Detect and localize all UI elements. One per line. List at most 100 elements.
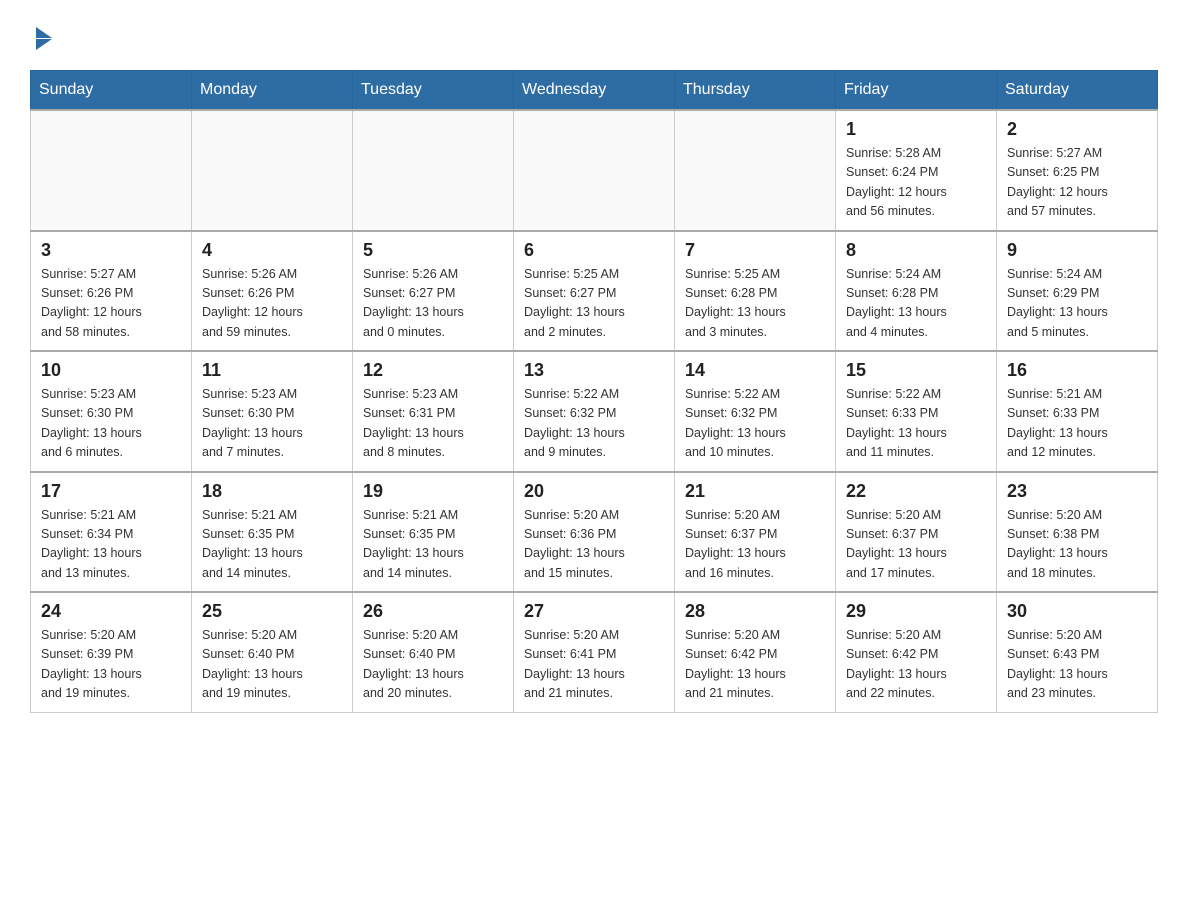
day-info: Sunrise: 5:24 AM Sunset: 6:29 PM Dayligh… — [1007, 265, 1147, 343]
day-number: 10 — [41, 360, 181, 381]
day-info: Sunrise: 5:26 AM Sunset: 6:26 PM Dayligh… — [202, 265, 342, 343]
day-number: 22 — [846, 481, 986, 502]
weekday-header-row: SundayMondayTuesdayWednesdayThursdayFrid… — [31, 71, 1158, 111]
day-info: Sunrise: 5:20 AM Sunset: 6:43 PM Dayligh… — [1007, 626, 1147, 704]
day-info: Sunrise: 5:20 AM Sunset: 6:42 PM Dayligh… — [846, 626, 986, 704]
calendar-cell: 23Sunrise: 5:20 AM Sunset: 6:38 PM Dayli… — [997, 472, 1158, 593]
day-number: 27 — [524, 601, 664, 622]
weekday-header-wednesday: Wednesday — [514, 71, 675, 111]
calendar-cell — [353, 110, 514, 231]
calendar-cell: 1 Sunrise: 5:28 AM Sunset: 6:24 PM Daylig… — [836, 110, 997, 231]
day-number: 28 — [685, 601, 825, 622]
day-info: Sunrise: 5:21 AM Sunset: 6:34 PM Dayligh… — [41, 506, 181, 584]
calendar-cell: 11Sunrise: 5:23 AM Sunset: 6:30 PM Dayli… — [192, 351, 353, 472]
calendar-cell: 28 Sunrise: 5:20 AM Sunset: 6:42 PM Dayli… — [675, 592, 836, 712]
day-number: 3 — [41, 240, 181, 261]
day-info: Sunrise: 5:20 AM Sunset: 6:37 PM Dayligh… — [846, 506, 986, 584]
day-info: Sunrise: 5:28 AM Sunset: 6:24 PM Dayligh… — [846, 144, 986, 222]
day-info: Sunrise: 5:20 AM Sunset: 6:37 PM Dayligh… — [685, 506, 825, 584]
calendar-cell: 21 Sunrise: 5:20 AM Sunset: 6:37 PM Dayli… — [675, 472, 836, 593]
day-number: 20 — [524, 481, 664, 502]
day-number: 14 — [685, 360, 825, 381]
day-info: Sunrise: 5:20 AM Sunset: 6:39 PM Dayligh… — [41, 626, 181, 704]
calendar-cell: 7 Sunrise: 5:25 AM Sunset: 6:28 PM Daylig… — [675, 231, 836, 352]
calendar-cell — [675, 110, 836, 231]
calendar-cell: 2Sunrise: 5:27 AM Sunset: 6:25 PM Daylig… — [997, 110, 1158, 231]
calendar-cell: 8 Sunrise: 5:24 AM Sunset: 6:28 PM Daylig… — [836, 231, 997, 352]
day-number: 18 — [202, 481, 342, 502]
day-number: 8 — [846, 240, 986, 261]
weekday-header-sunday: Sunday — [31, 71, 192, 111]
day-number: 16 — [1007, 360, 1147, 381]
day-number: 30 — [1007, 601, 1147, 622]
day-info: Sunrise: 5:21 AM Sunset: 6:35 PM Dayligh… — [202, 506, 342, 584]
weekday-header-monday: Monday — [192, 71, 353, 111]
calendar-cell: 15 Sunrise: 5:22 AM Sunset: 6:33 PM Dayli… — [836, 351, 997, 472]
day-info: Sunrise: 5:21 AM Sunset: 6:35 PM Dayligh… — [363, 506, 503, 584]
day-info: Sunrise: 5:20 AM Sunset: 6:38 PM Dayligh… — [1007, 506, 1147, 584]
calendar-cell: 3 Sunrise: 5:27 AM Sunset: 6:26 PM Daylig… — [31, 231, 192, 352]
calendar-cell: 27 Sunrise: 5:20 AM Sunset: 6:41 PM Dayli… — [514, 592, 675, 712]
day-number: 1 — [846, 119, 986, 140]
day-info: Sunrise: 5:20 AM Sunset: 6:36 PM Dayligh… — [524, 506, 664, 584]
day-number: 4 — [202, 240, 342, 261]
day-info: Sunrise: 5:22 AM Sunset: 6:32 PM Dayligh… — [685, 385, 825, 463]
day-info: Sunrise: 5:27 AM Sunset: 6:25 PM Dayligh… — [1007, 144, 1147, 222]
day-number: 21 — [685, 481, 825, 502]
day-number: 24 — [41, 601, 181, 622]
day-info: Sunrise: 5:24 AM Sunset: 6:28 PM Dayligh… — [846, 265, 986, 343]
day-number: 26 — [363, 601, 503, 622]
week-row-5: 24 Sunrise: 5:20 AM Sunset: 6:39 PM Dayli… — [31, 592, 1158, 712]
calendar-cell: 13Sunrise: 5:22 AM Sunset: 6:32 PM Dayli… — [514, 351, 675, 472]
calendar-cell: 5 Sunrise: 5:26 AM Sunset: 6:27 PM Daylig… — [353, 231, 514, 352]
calendar-cell: 24 Sunrise: 5:20 AM Sunset: 6:39 PM Dayli… — [31, 592, 192, 712]
calendar-cell — [514, 110, 675, 231]
day-info: Sunrise: 5:23 AM Sunset: 6:30 PM Dayligh… — [41, 385, 181, 463]
day-info: Sunrise: 5:20 AM Sunset: 6:42 PM Dayligh… — [685, 626, 825, 704]
calendar-cell: 25Sunrise: 5:20 AM Sunset: 6:40 PM Dayli… — [192, 592, 353, 712]
calendar-cell: 14 Sunrise: 5:22 AM Sunset: 6:32 PM Dayli… — [675, 351, 836, 472]
page-header — [30, 20, 1158, 50]
day-info: Sunrise: 5:20 AM Sunset: 6:41 PM Dayligh… — [524, 626, 664, 704]
day-info: Sunrise: 5:26 AM Sunset: 6:27 PM Dayligh… — [363, 265, 503, 343]
calendar-cell: 30 Sunrise: 5:20 AM Sunset: 6:43 PM Dayli… — [997, 592, 1158, 712]
day-number: 12 — [363, 360, 503, 381]
day-info: Sunrise: 5:22 AM Sunset: 6:33 PM Dayligh… — [846, 385, 986, 463]
calendar-cell: 16 Sunrise: 5:21 AM Sunset: 6:33 PM Dayli… — [997, 351, 1158, 472]
day-number: 7 — [685, 240, 825, 261]
weekday-header-tuesday: Tuesday — [353, 71, 514, 111]
day-info: Sunrise: 5:22 AM Sunset: 6:32 PM Dayligh… — [524, 385, 664, 463]
week-row-1: 1 Sunrise: 5:28 AM Sunset: 6:24 PM Daylig… — [31, 110, 1158, 231]
day-number: 29 — [846, 601, 986, 622]
day-number: 9 — [1007, 240, 1147, 261]
day-info: Sunrise: 5:23 AM Sunset: 6:31 PM Dayligh… — [363, 385, 503, 463]
day-info: Sunrise: 5:25 AM Sunset: 6:27 PM Dayligh… — [524, 265, 664, 343]
weekday-header-thursday: Thursday — [675, 71, 836, 111]
day-number: 15 — [846, 360, 986, 381]
calendar-table: SundayMondayTuesdayWednesdayThursdayFrid… — [30, 70, 1158, 713]
day-info: Sunrise: 5:25 AM Sunset: 6:28 PM Dayligh… — [685, 265, 825, 343]
calendar-cell: 18 Sunrise: 5:21 AM Sunset: 6:35 PM Dayli… — [192, 472, 353, 593]
calendar-cell: 19 Sunrise: 5:21 AM Sunset: 6:35 PM Dayli… — [353, 472, 514, 593]
calendar-cell: 26 Sunrise: 5:20 AM Sunset: 6:40 PM Dayli… — [353, 592, 514, 712]
day-number: 17 — [41, 481, 181, 502]
calendar-cell: 17 Sunrise: 5:21 AM Sunset: 6:34 PM Dayli… — [31, 472, 192, 593]
calendar-cell: 6 Sunrise: 5:25 AM Sunset: 6:27 PM Daylig… — [514, 231, 675, 352]
day-info: Sunrise: 5:21 AM Sunset: 6:33 PM Dayligh… — [1007, 385, 1147, 463]
day-info: Sunrise: 5:20 AM Sunset: 6:40 PM Dayligh… — [202, 626, 342, 704]
weekday-header-friday: Friday — [836, 71, 997, 111]
week-row-4: 17 Sunrise: 5:21 AM Sunset: 6:34 PM Dayli… — [31, 472, 1158, 593]
calendar-cell: 9 Sunrise: 5:24 AM Sunset: 6:29 PM Daylig… — [997, 231, 1158, 352]
calendar-cell: 4 Sunrise: 5:26 AM Sunset: 6:26 PM Daylig… — [192, 231, 353, 352]
calendar-cell: 20 Sunrise: 5:20 AM Sunset: 6:36 PM Dayli… — [514, 472, 675, 593]
day-number: 5 — [363, 240, 503, 261]
calendar-cell: 12 Sunrise: 5:23 AM Sunset: 6:31 PM Dayli… — [353, 351, 514, 472]
calendar-cell: 10 Sunrise: 5:23 AM Sunset: 6:30 PM Dayli… — [31, 351, 192, 472]
weekday-header-saturday: Saturday — [997, 71, 1158, 111]
day-info: Sunrise: 5:27 AM Sunset: 6:26 PM Dayligh… — [41, 265, 181, 343]
day-info: Sunrise: 5:20 AM Sunset: 6:40 PM Dayligh… — [363, 626, 503, 704]
day-number: 19 — [363, 481, 503, 502]
logo — [30, 20, 52, 50]
calendar-cell: 22 Sunrise: 5:20 AM Sunset: 6:37 PM Dayli… — [836, 472, 997, 593]
day-number: 6 — [524, 240, 664, 261]
